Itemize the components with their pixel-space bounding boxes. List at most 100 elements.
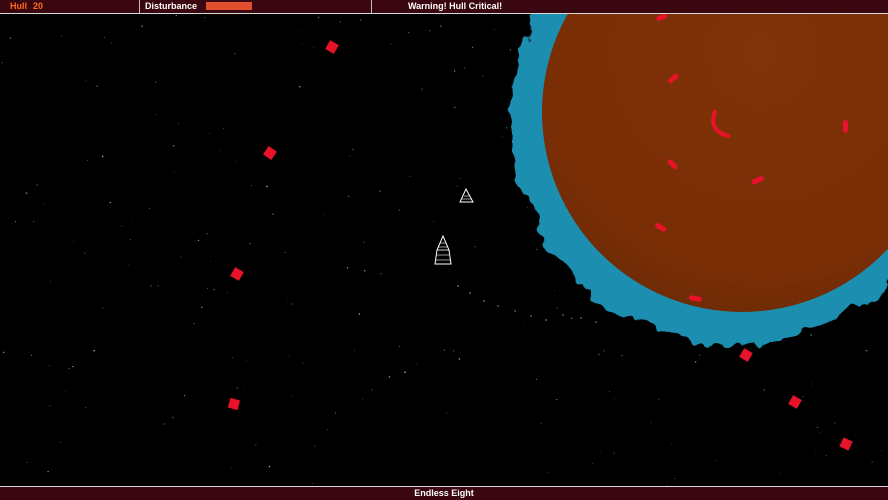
star [600, 451, 601, 453]
play-field[interactable] [0, 14, 888, 486]
star [865, 349, 868, 352]
star [459, 178, 461, 180]
star [268, 465, 271, 468]
star [272, 213, 274, 215]
star [398, 345, 401, 348]
star [354, 350, 355, 352]
star [9, 37, 11, 39]
star [255, 444, 257, 446]
star [251, 185, 252, 187]
star [207, 287, 208, 289]
star [474, 246, 476, 248]
red-diamond-enemy-icon [839, 437, 853, 451]
star [362, 398, 364, 400]
star [150, 285, 152, 287]
star [352, 148, 354, 151]
star [183, 394, 186, 397]
star [103, 36, 105, 38]
star [128, 263, 130, 265]
star [819, 432, 821, 434]
star [210, 261, 211, 262]
star [810, 334, 812, 336]
star [699, 354, 701, 356]
star [129, 239, 131, 240]
star [206, 233, 208, 235]
star [547, 472, 549, 473]
star [348, 195, 350, 197]
star [65, 390, 67, 392]
star [292, 177, 294, 179]
star [14, 220, 17, 223]
red-diamond-enemy-icon [325, 40, 339, 54]
game-screen[interactable]: Hull 20 Disturbance Warning! Hull Critic… [0, 0, 888, 500]
star [458, 358, 461, 360]
star [201, 306, 203, 309]
star [779, 473, 781, 474]
star [364, 270, 366, 272]
star [815, 453, 817, 454]
star [433, 221, 435, 222]
player-ship-icon[interactable] [434, 234, 452, 265]
star [802, 396, 804, 398]
star [172, 416, 174, 419]
star [193, 323, 195, 324]
star [223, 128, 225, 129]
star [180, 256, 182, 258]
star [26, 462, 28, 464]
star [482, 75, 483, 77]
star [208, 133, 210, 134]
star [73, 240, 75, 242]
star [249, 243, 251, 245]
bottom-hud: Endless Eight [0, 486, 888, 500]
disturbance-bar-fill [206, 2, 252, 10]
star [521, 329, 522, 331]
drone-ship-icon [459, 187, 474, 203]
star [204, 17, 206, 19]
star [226, 292, 228, 294]
star [292, 210, 294, 212]
star [155, 81, 157, 83]
star [302, 362, 304, 364]
star [111, 42, 112, 44]
star [231, 357, 233, 358]
star [536, 378, 538, 380]
star [109, 201, 112, 204]
hull-panel: Hull 20 [0, 0, 138, 13]
star [284, 252, 286, 253]
star [299, 86, 301, 88]
star [506, 127, 508, 129]
star [409, 175, 411, 177]
red-diamond-enemy-icon [230, 267, 244, 281]
star [816, 426, 819, 429]
star [360, 19, 362, 21]
planet-icon [510, 14, 888, 345]
star [358, 313, 361, 315]
star [84, 252, 86, 254]
hull-value: 20 [33, 1, 44, 11]
star [47, 470, 49, 473]
star [173, 145, 175, 147]
star [339, 21, 341, 23]
star [456, 185, 458, 187]
star [440, 25, 442, 27]
star [446, 412, 448, 414]
disturbance-bar [206, 2, 252, 10]
star [323, 215, 325, 217]
star [173, 171, 175, 173]
star [318, 16, 320, 18]
star [379, 190, 381, 192]
star [85, 80, 87, 82]
star [834, 422, 836, 424]
star [291, 395, 293, 397]
star [314, 445, 316, 447]
star [555, 398, 558, 401]
star [509, 49, 512, 51]
star [390, 43, 392, 45]
star [327, 429, 328, 430]
star [371, 389, 373, 391]
star [674, 478, 676, 480]
star [715, 460, 717, 462]
star [416, 291, 418, 292]
disturbance-label: Disturbance [145, 1, 198, 11]
star [132, 217, 134, 219]
